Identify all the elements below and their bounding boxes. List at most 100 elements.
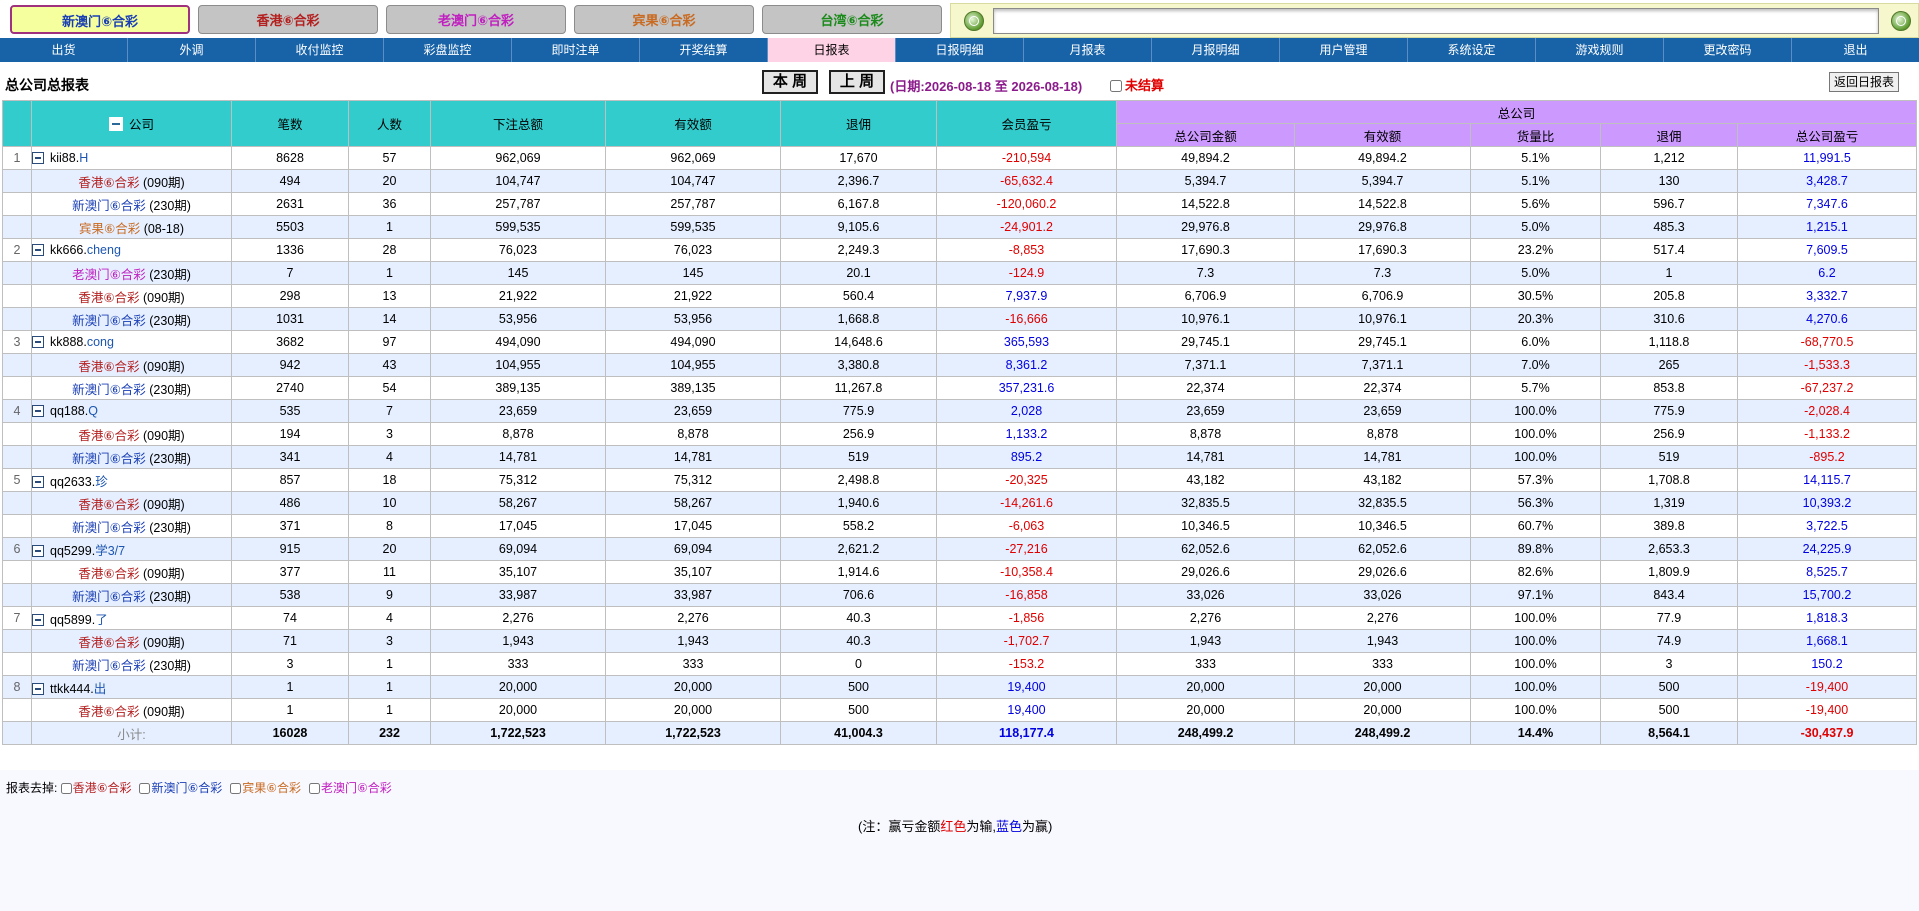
filter-option[interactable]: 老澳门⑥合彩 (308, 781, 392, 795)
game-cell[interactable]: 香港⑥合彩 (090期) (31, 560, 232, 584)
nav-item-14[interactable]: 退出 (1792, 38, 1919, 62)
game-cell[interactable]: 香港⑥合彩 (090期) (31, 169, 232, 193)
search-left-icon[interactable] (964, 11, 984, 31)
account-name[interactable]: kk888. (50, 335, 87, 349)
header-company[interactable]: 公司 (31, 100, 232, 147)
last-week-button[interactable]: 上 周 (829, 70, 885, 94)
account-name[interactable]: qq5899. (50, 613, 95, 627)
game-name[interactable]: 新澳门⑥合彩 (72, 383, 146, 397)
search-right-icon[interactable] (1891, 11, 1911, 31)
nav-item-1[interactable]: 外调 (128, 38, 256, 62)
account-alias[interactable]: 珍 (95, 475, 108, 489)
game-cell[interactable]: 新澳门⑥合彩 (230期) (31, 376, 232, 400)
game-tab-2[interactable]: 老澳门⑥合彩 (386, 5, 566, 34)
nav-item-13[interactable]: 更改密码 (1664, 38, 1792, 62)
game-cell[interactable]: 香港⑥合彩 (090期) (31, 422, 232, 446)
filter-checkbox[interactable] (308, 783, 320, 794)
game-name[interactable]: 新澳门⑥合彩 (72, 314, 146, 328)
account-alias[interactable]: 学3/7 (95, 544, 125, 558)
company-cell[interactable]: qq5899.了 (31, 606, 232, 630)
nav-item-11[interactable]: 系统设定 (1408, 38, 1536, 62)
game-tab-1[interactable]: 香港⑥合彩 (198, 5, 378, 34)
game-name[interactable]: 香港⑥合彩 (78, 567, 139, 581)
account-alias[interactable]: 出 (94, 682, 107, 696)
game-cell[interactable]: 香港⑥合彩 (090期) (31, 698, 232, 722)
game-name[interactable]: 香港⑥合彩 (78, 176, 139, 190)
game-tab-3[interactable]: 宾果⑥合彩 (574, 5, 754, 34)
account-name[interactable]: kii88. (50, 151, 79, 165)
game-name[interactable]: 新澳门⑥合彩 (72, 199, 146, 213)
collapse-icon[interactable] (32, 244, 44, 256)
nav-item-7[interactable]: 日报明细 (896, 38, 1024, 62)
company-cell[interactable]: qq188.Q (31, 399, 232, 423)
game-name[interactable]: 香港⑥合彩 (78, 498, 139, 512)
filter-option[interactable]: 香港⑥合彩 (60, 781, 131, 795)
game-cell[interactable]: 新澳门⑥合彩 (230期) (31, 514, 232, 538)
filter-checkbox[interactable] (139, 783, 151, 794)
game-name[interactable]: 香港⑥合彩 (78, 636, 139, 650)
account-name[interactable]: qq5299. (50, 544, 95, 558)
account-alias[interactable]: 了 (95, 613, 108, 627)
game-tab-0[interactable]: 新澳门⑥合彩 (10, 5, 190, 34)
game-name[interactable]: 新澳门⑥合彩 (72, 452, 146, 466)
game-name[interactable]: 新澳门⑥合彩 (72, 659, 146, 673)
back-to-daily-button[interactable]: 返回日报表 (1829, 72, 1899, 92)
nav-item-9[interactable]: 月报明细 (1152, 38, 1280, 62)
collapse-icon[interactable] (32, 544, 44, 557)
account-alias[interactable]: Q (88, 404, 98, 418)
collapse-all-icon[interactable] (108, 117, 123, 131)
game-cell[interactable]: 香港⑥合彩 (090期) (31, 629, 232, 653)
filter-option[interactable]: 新澳门⑥合彩 (139, 781, 222, 795)
account-name[interactable]: ttkk444. (50, 682, 94, 696)
game-cell[interactable]: 新澳门⑥合彩 (230期) (31, 583, 232, 607)
company-cell[interactable]: kk888.cong (31, 330, 232, 354)
collapse-icon[interactable] (32, 475, 44, 488)
nav-item-6[interactable]: 日报表 (768, 38, 896, 62)
this-week-button[interactable]: 本 周 (762, 70, 818, 94)
filter-checkbox[interactable] (60, 783, 72, 794)
nav-item-8[interactable]: 月报表 (1024, 38, 1152, 62)
game-cell[interactable]: 香港⑥合彩 (090期) (31, 284, 232, 308)
game-name[interactable]: 香港⑥合彩 (78, 705, 139, 719)
game-name[interactable]: 老澳门⑥合彩 (72, 268, 146, 282)
account-name[interactable]: kk666. (50, 243, 87, 257)
company-cell[interactable]: qq5299.学3/7 (31, 537, 232, 561)
game-name[interactable]: 香港⑥合彩 (78, 429, 139, 443)
account-alias[interactable]: cheng (87, 243, 121, 257)
company-cell[interactable]: qq2633.珍 (31, 468, 232, 492)
account-alias[interactable]: H (79, 151, 88, 165)
game-tab-4[interactable]: 台湾⑥合彩 (762, 5, 942, 34)
nav-item-12[interactable]: 游戏规则 (1536, 38, 1664, 62)
filter-option[interactable]: 宾果⑥合彩 (230, 781, 301, 795)
nav-item-5[interactable]: 开奖结算 (640, 38, 768, 62)
nav-item-2[interactable]: 收付监控 (256, 38, 384, 62)
game-cell[interactable]: 香港⑥合彩 (090期) (31, 491, 232, 515)
filter-checkbox[interactable] (230, 783, 242, 794)
account-alias[interactable]: cong (87, 335, 114, 349)
collapse-icon[interactable] (32, 405, 44, 417)
game-cell[interactable]: 宾果⑥合彩 (08-18) (31, 215, 232, 239)
game-name[interactable]: 香港⑥合彩 (78, 360, 139, 374)
unsettled-checkbox[interactable] (1110, 80, 1122, 92)
game-name[interactable]: 宾果⑥合彩 (79, 222, 140, 236)
account-name[interactable]: qq2633. (50, 475, 95, 489)
nav-item-0[interactable]: 出货 (0, 38, 128, 62)
nav-item-4[interactable]: 即时注单 (512, 38, 640, 62)
collapse-icon[interactable] (32, 613, 44, 626)
game-cell[interactable]: 香港⑥合彩 (090期) (31, 353, 232, 377)
unsettled-toggle[interactable]: 未结算 (1110, 75, 1164, 94)
collapse-icon[interactable] (32, 682, 44, 695)
company-cell[interactable]: kk666.cheng (31, 238, 232, 262)
game-name[interactable]: 新澳门⑥合彩 (72, 521, 146, 535)
game-name[interactable]: 香港⑥合彩 (78, 291, 139, 305)
collapse-icon[interactable] (32, 152, 44, 164)
game-cell[interactable]: 新澳门⑥合彩 (230期) (31, 445, 232, 469)
game-cell[interactable]: 新澳门⑥合彩 (230期) (31, 652, 232, 676)
game-name[interactable]: 新澳门⑥合彩 (72, 590, 146, 604)
collapse-icon[interactable] (32, 336, 44, 348)
search-input[interactable] (993, 8, 1879, 34)
nav-item-10[interactable]: 用户管理 (1280, 38, 1408, 62)
company-cell[interactable]: kii88.H (31, 146, 232, 170)
game-cell[interactable]: 老澳门⑥合彩 (230期) (31, 261, 232, 285)
game-cell[interactable]: 新澳门⑥合彩 (230期) (31, 192, 232, 216)
